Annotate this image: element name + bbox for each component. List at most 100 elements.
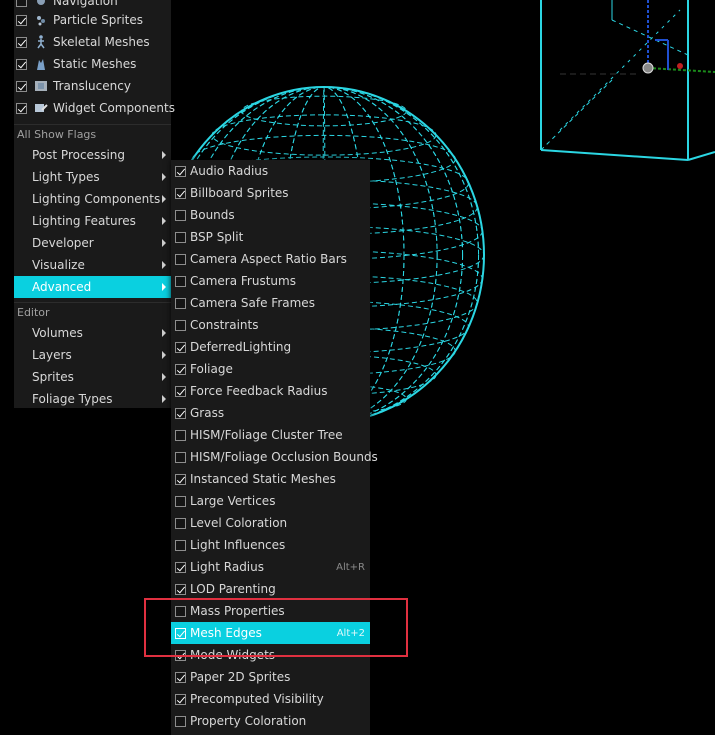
advanced-flag-hism-foliage-occlusion-bounds[interactable]: HISM/Foliage Occlusion Bounds <box>171 446 378 468</box>
advanced-flag-instanced-static-meshes[interactable]: Instanced Static Meshes <box>171 468 370 490</box>
submenu-lighting-components[interactable]: Lighting Components <box>14 188 171 210</box>
advanced-flag-large-vertices[interactable]: Large Vertices <box>171 490 370 512</box>
chevron-right-icon <box>160 254 168 276</box>
advanced-flag-lod-parenting[interactable]: LOD Parenting <box>171 578 370 600</box>
checkbox[interactable] <box>175 253 186 265</box>
advanced-flag-camera-aspect-ratio-bars[interactable]: Camera Aspect Ratio Bars <box>171 248 370 270</box>
checkbox[interactable] <box>175 231 186 243</box>
checkbox[interactable] <box>175 561 186 573</box>
advanced-flag-audio-radius[interactable]: Audio Radius <box>171 160 370 182</box>
annotation-highlight-box <box>144 598 408 657</box>
section-header-editor: Editor <box>17 306 50 319</box>
submenu-developer[interactable]: Developer <box>14 232 171 254</box>
chevron-right-icon <box>160 166 168 188</box>
submenu-sprites[interactable]: Sprites <box>14 366 171 388</box>
submenu-layers[interactable]: Layers <box>14 344 171 366</box>
menu-item-label: Level Coloration <box>190 516 288 530</box>
show-flag-particle-sprites[interactable]: Particle Sprites <box>14 9 171 31</box>
chevron-right-icon <box>160 276 168 298</box>
advanced-flag-bsp-split[interactable]: BSP Split <box>171 226 370 248</box>
checkbox[interactable] <box>175 209 186 221</box>
advanced-flag-precomputed-visibility[interactable]: Precomputed Visibility <box>171 688 370 710</box>
menu-item-label: Camera Aspect Ratio Bars <box>190 252 347 266</box>
chevron-right-icon <box>160 232 168 254</box>
checkbox[interactable] <box>16 0 27 7</box>
advanced-flag-camera-frustums[interactable]: Camera Frustums <box>171 270 370 292</box>
menu-item-label: Camera Safe Frames <box>190 296 315 310</box>
checkbox[interactable] <box>175 495 186 507</box>
menu-item-label: Constraints <box>190 318 259 332</box>
menu-item-label: Property Coloration <box>190 714 307 728</box>
advanced-flag-paper-2d-sprites[interactable]: Paper 2D Sprites <box>171 666 370 688</box>
menu-item-label: BSP Split <box>190 230 244 244</box>
checkbox[interactable] <box>16 14 27 26</box>
checkbox[interactable] <box>175 473 186 485</box>
advanced-flag-foliage[interactable]: Foliage <box>171 358 370 380</box>
checkbox[interactable] <box>175 319 186 331</box>
advanced-flag-level-coloration[interactable]: Level Coloration <box>171 512 370 534</box>
checkbox[interactable] <box>175 517 186 529</box>
checkbox[interactable] <box>175 583 186 595</box>
submenu-post-processing[interactable]: Post Processing <box>14 144 171 166</box>
menu-item-label: Bounds <box>190 208 235 222</box>
advanced-flag-hism-foliage-cluster-tree[interactable]: HISM/Foliage Cluster Tree <box>171 424 370 446</box>
checkbox[interactable] <box>175 165 186 177</box>
advanced-flag-billboard-sprites[interactable]: Billboard Sprites <box>171 182 370 204</box>
menu-item-label: Lighting Components <box>32 192 161 206</box>
show-flag-skeletal-meshes[interactable]: Skeletal Meshes <box>14 31 171 53</box>
checkbox[interactable] <box>175 297 186 309</box>
submenu-visualize[interactable]: Visualize <box>14 254 171 276</box>
checkbox[interactable] <box>175 275 186 287</box>
checkbox[interactable] <box>175 715 186 727</box>
submenu-advanced[interactable]: Advanced <box>14 276 171 298</box>
advanced-flag-bounds[interactable]: Bounds <box>171 204 370 226</box>
show-flag-static-meshes[interactable]: Static Meshes <box>14 53 171 75</box>
checkbox[interactable] <box>16 58 27 70</box>
checkbox[interactable] <box>175 671 186 683</box>
menu-item-label: Translucency <box>53 79 131 93</box>
checkbox[interactable] <box>175 429 186 441</box>
menu-item-label: HISM/Foliage Cluster Tree <box>190 428 343 442</box>
chevron-right-icon <box>160 144 168 166</box>
checkbox[interactable] <box>175 693 186 705</box>
widget-components-icon <box>34 101 48 115</box>
menu-item-label: Sprites <box>32 370 74 384</box>
checkbox[interactable] <box>16 36 27 48</box>
submenu-foliage-types[interactable]: Foliage Types <box>14 388 171 410</box>
checkbox[interactable] <box>175 385 186 397</box>
advanced-flag-light-influences[interactable]: Light Influences <box>171 534 370 556</box>
checkbox[interactable] <box>16 80 27 92</box>
menu-item-label: Precomputed Visibility <box>190 692 324 706</box>
advanced-flag-grass[interactable]: Grass <box>171 402 370 424</box>
menu-item-label: Light Radius <box>190 560 264 574</box>
checkbox[interactable] <box>175 539 186 551</box>
show-flags-menu: Navigation Particle Sprites Skeletal Mes… <box>14 0 175 410</box>
advanced-flag-deferredlighting[interactable]: DeferredLighting <box>171 336 370 358</box>
advanced-flag-property-coloration[interactable]: Property Coloration <box>171 710 370 732</box>
menu-item-label: HISM/Foliage Occlusion Bounds <box>190 450 378 464</box>
submenu-lighting-features[interactable]: Lighting Features <box>14 210 171 232</box>
menu-item-label: Audio Radius <box>190 164 269 178</box>
submenu-volumes[interactable]: Volumes <box>14 322 171 344</box>
transform-gizmo[interactable] <box>560 0 715 75</box>
show-flag-translucency[interactable]: Translucency <box>14 75 171 97</box>
show-flag-widget-components[interactable]: Widget Components <box>14 97 175 119</box>
checkbox[interactable] <box>175 407 186 419</box>
advanced-flag-force-feedback-radius[interactable]: Force Feedback Radius <box>171 380 370 402</box>
checkbox[interactable] <box>175 451 186 463</box>
advanced-flag-camera-safe-frames[interactable]: Camera Safe Frames <box>171 292 370 314</box>
chevron-right-icon <box>160 322 168 344</box>
section-header-all-show-flags: All Show Flags <box>17 128 97 141</box>
checkbox[interactable] <box>175 187 186 199</box>
submenu-light-types[interactable]: Light Types <box>14 166 171 188</box>
menu-item-label: Grass <box>190 406 225 420</box>
checkbox[interactable] <box>175 341 186 353</box>
menu-item-label: DeferredLighting <box>190 340 292 354</box>
checkbox[interactable] <box>175 363 186 375</box>
menu-item-label: Billboard Sprites <box>190 186 289 200</box>
menu-item-label: Instanced Static Meshes <box>190 472 336 486</box>
checkbox[interactable] <box>16 102 27 114</box>
advanced-flag-light-radius[interactable]: Light Radius Alt+R <box>171 556 370 578</box>
chevron-right-icon <box>160 188 168 210</box>
advanced-flag-constraints[interactable]: Constraints <box>171 314 370 336</box>
